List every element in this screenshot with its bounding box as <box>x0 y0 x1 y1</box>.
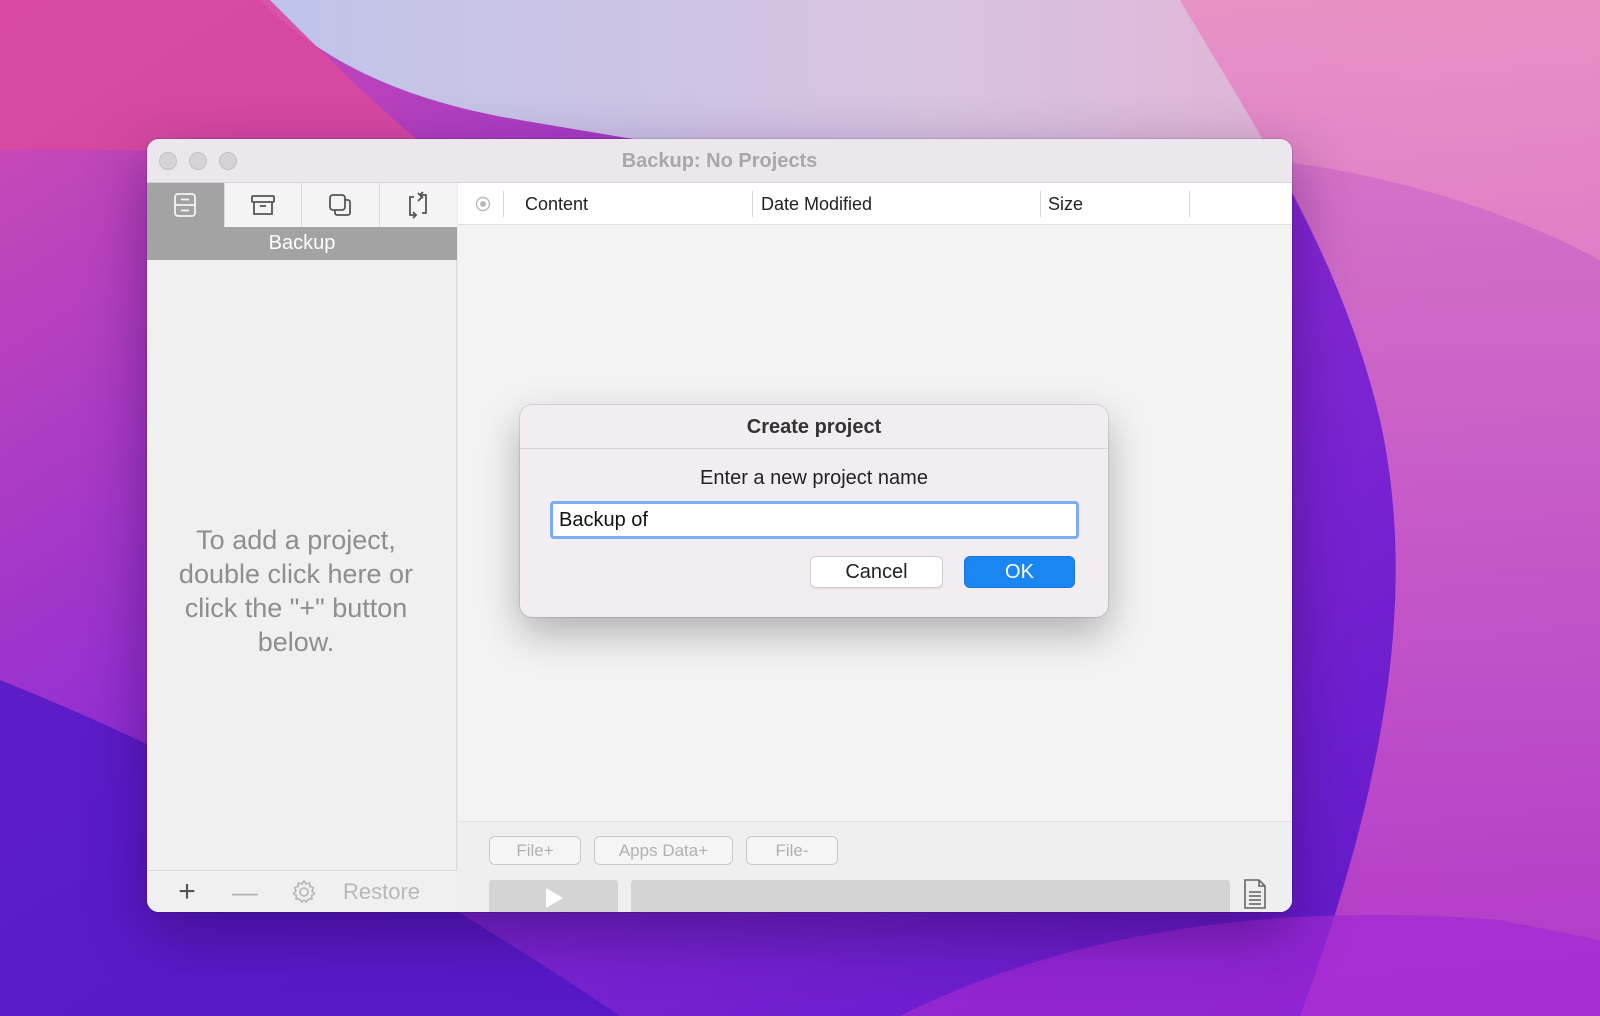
tab-backup[interactable] <box>147 183 225 227</box>
archive-box-icon <box>250 195 275 215</box>
empty-projects-hint[interactable]: To add a project, double click here or c… <box>167 523 425 659</box>
settings-button[interactable] <box>289 877 319 907</box>
column-separator <box>1040 191 1041 217</box>
log-document-icon[interactable] <box>1240 878 1270 910</box>
add-apps-data-button[interactable]: Apps Data+ <box>594 836 733 865</box>
restore-button[interactable]: Restore <box>343 877 420 907</box>
dialog-title: Create project <box>520 405 1108 449</box>
dialog-prompt: Enter a new project name <box>700 467 928 489</box>
progress-bar <box>631 880 1230 912</box>
cancel-button[interactable]: Cancel <box>810 556 943 588</box>
column-separator <box>503 191 504 217</box>
sidebar-tab-bar <box>147 183 457 227</box>
create-project-dialog: Create project Enter a new project name … <box>520 405 1108 617</box>
action-bar: File+ Apps Data+ File- <box>458 821 1292 912</box>
tab-archive[interactable] <box>225 183 302 227</box>
backup-list-icon <box>174 193 197 217</box>
sidebar: Backup To add a project, double click he… <box>147 183 457 912</box>
tab-sync[interactable] <box>380 183 458 227</box>
play-icon <box>545 888 563 908</box>
add-file-button[interactable]: File+ <box>489 836 581 865</box>
column-header-content[interactable]: Content <box>525 183 588 225</box>
select-all-column[interactable] <box>468 183 498 225</box>
sync-arrows-icon <box>409 191 428 219</box>
ok-button[interactable]: OK <box>964 556 1075 588</box>
project-name-input[interactable] <box>550 501 1079 539</box>
column-header-size[interactable]: Size <box>1048 183 1083 225</box>
column-separator <box>752 191 753 217</box>
column-separator <box>1189 191 1190 217</box>
remove-file-button[interactable]: File- <box>746 836 838 865</box>
add-project-button[interactable]: + <box>175 875 199 908</box>
target-circle-icon <box>475 196 491 212</box>
run-backup-button[interactable] <box>489 880 618 912</box>
column-header-date-modified[interactable]: Date Modified <box>761 183 872 225</box>
gear-icon <box>292 879 316 904</box>
title-bar: Backup: No Projects <box>147 139 1292 183</box>
active-tab-caption: Backup <box>147 227 457 260</box>
sidebar-footer: + — Restore <box>147 870 457 912</box>
duplicate-icon <box>329 194 352 216</box>
window-title: Backup: No Projects <box>621 150 818 172</box>
tab-clone[interactable] <box>302 183 380 227</box>
remove-project-button[interactable]: — <box>232 877 258 907</box>
table-header: Content Date Modified Size <box>458 183 1292 225</box>
